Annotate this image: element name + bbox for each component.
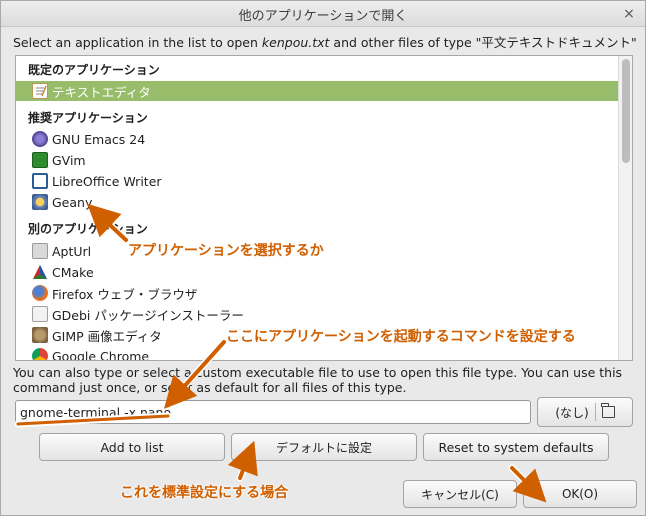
browse-button-separator — [594, 403, 596, 421]
command-input[interactable] — [15, 400, 531, 424]
list-item-label: GVim — [52, 152, 86, 168]
list-item-apturl[interactable]: AptUrl — [32, 241, 616, 261]
list-item-label: GNU Emacs 24 — [52, 131, 146, 147]
list-item-label: CMake — [52, 264, 94, 280]
prompt-text: Select an application in the list to ope… — [13, 32, 637, 51]
application-list[interactable]: 既定のアプリケーション テキストエディタ 推奨アプリケーション GNU Emac… — [15, 55, 633, 361]
dialog-title: 他のアプリケーションで開く — [238, 9, 408, 24]
prompt-after: and other files of type "平文テキストドキュメント" — [329, 35, 637, 50]
list-item-label: GIMP 画像エディタ — [52, 328, 162, 344]
list-item-chrome[interactable]: Google Chrome — [32, 346, 616, 361]
list-item-label: AptUrl — [52, 243, 92, 259]
emacs-icon — [32, 131, 48, 147]
browse-button-label: (なし) — [555, 405, 589, 420]
list-item-libreoffice-writer[interactable]: LibreOffice Writer — [32, 171, 616, 191]
reset-defaults-button[interactable]: Reset to system defaults — [423, 433, 609, 461]
list-item-gvim[interactable]: GVim — [32, 150, 616, 170]
info-line-1: You can also type or select a custom exe… — [13, 365, 623, 380]
list-item-label: GDebi パッケージインストーラー — [52, 307, 244, 323]
set-default-button[interactable]: デフォルトに設定 — [231, 433, 417, 461]
apturl-icon — [32, 243, 48, 259]
libreoffice-writer-icon — [32, 173, 48, 189]
annotation-set-default: これを標準設定にする場合 — [120, 485, 289, 501]
chrome-icon — [32, 348, 48, 360]
gimp-icon — [32, 327, 48, 343]
add-to-list-button[interactable]: Add to list — [39, 433, 225, 461]
text-editor-icon — [32, 83, 48, 99]
list-item-label: Google Chrome — [52, 348, 150, 361]
list-item-label: Firefox ウェブ・ブラウザ — [52, 286, 198, 302]
list-item-emacs[interactable]: GNU Emacs 24 — [32, 129, 616, 149]
info-line-2: command just once, or set it as default … — [13, 380, 407, 395]
custom-command-info: You can also type or select a custom exe… — [13, 365, 635, 395]
close-icon[interactable]: × — [621, 6, 637, 22]
list-item-label: Geany — [52, 194, 93, 210]
list-scroll-thumb[interactable] — [622, 59, 630, 163]
title-bar: 他のアプリケーションで開く × — [1, 1, 645, 27]
list-item-label: テキストエディタ — [52, 84, 151, 100]
annotation-set-command: ここにアプリケーションを起動するコマンドを設定する — [226, 329, 576, 345]
annotation-select-app: アプリケーションを選択するか — [128, 243, 324, 259]
cmake-icon — [32, 264, 48, 280]
list-item-cmake[interactable]: CMake — [32, 262, 616, 282]
ok-button[interactable]: OK(O) — [523, 480, 637, 508]
gdebi-icon — [32, 306, 48, 322]
section-other-apps: 別のアプリケーション — [28, 222, 148, 236]
gvim-icon — [32, 152, 48, 168]
section-default-apps: 既定のアプリケーション — [28, 63, 160, 77]
list-item-text-editor[interactable]: テキストエディタ — [16, 81, 618, 101]
prompt-before: Select an application in the list to ope… — [13, 35, 262, 50]
geany-icon — [32, 194, 48, 210]
section-recommended-apps: 推奨アプリケーション — [28, 111, 148, 125]
firefox-icon — [32, 285, 48, 301]
list-item-gdebi[interactable]: GDebi パッケージインストーラー — [32, 304, 616, 324]
list-item-label: LibreOffice Writer — [52, 173, 162, 189]
list-item-geany[interactable]: Geany — [32, 192, 616, 212]
browse-executable-button[interactable]: (なし) — [537, 397, 633, 427]
folder-icon — [601, 403, 615, 418]
list-item-firefox[interactable]: Firefox ウェブ・ブラウザ — [32, 283, 616, 303]
list-scrollbar[interactable] — [618, 56, 632, 360]
prompt-filename: kenpou.txt — [261, 35, 330, 50]
cancel-button[interactable]: キャンセル(C) — [403, 480, 517, 508]
